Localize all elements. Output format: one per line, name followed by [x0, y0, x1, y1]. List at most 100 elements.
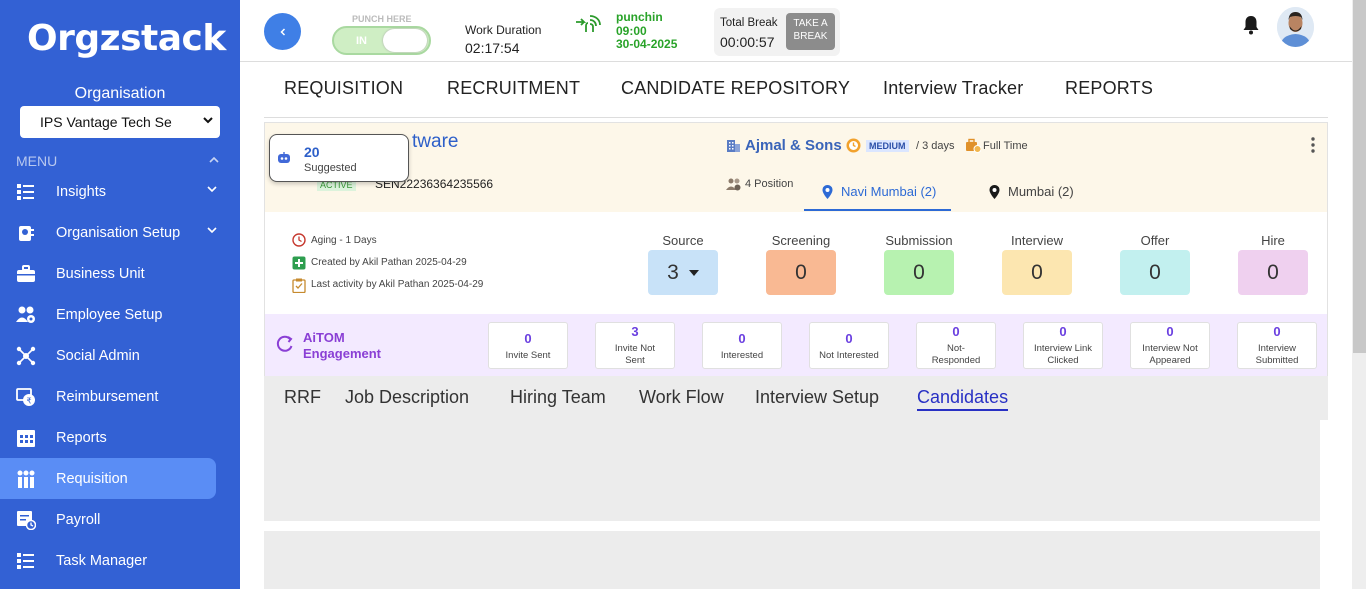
stage-label: Hire	[1261, 233, 1285, 248]
pipeline-stage-submission[interactable]: Submission 0	[884, 233, 954, 295]
stat-value: 0	[738, 331, 746, 346]
engagement-stat-interested[interactable]: 0 Interested	[702, 322, 782, 369]
stage-value-box[interactable]: 0	[766, 250, 836, 295]
stat-label: Interview Submitted	[1255, 343, 1299, 366]
sidebar-item-reimbursement[interactable]: ₹ Reimbursement	[0, 376, 240, 417]
requisition-icon	[17, 470, 35, 488]
location-tab-mumbai[interactable]: Mumbai (2)	[1008, 184, 1074, 199]
clock-priority-icon	[846, 138, 861, 153]
engagement-stat-invite-not-sent[interactable]: 3 Invite Not Sent	[595, 322, 675, 369]
sidebar-item-label: Payroll	[56, 511, 101, 528]
company-name[interactable]: Ajmal & Sons	[745, 137, 842, 154]
stage-value-box[interactable]: 3	[648, 250, 718, 295]
menu-section-header[interactable]: MENU	[16, 153, 224, 169]
tab-candidates[interactable]: Candidates	[917, 387, 1009, 411]
page-scrollbar[interactable]	[1352, 0, 1366, 589]
sidebar-item-label: Social Admin	[56, 347, 140, 364]
organisation-label: Organisation	[74, 85, 166, 102]
tab-work-flow[interactable]: Work Flow	[639, 387, 724, 408]
pipeline-stage-offer[interactable]: Offer 0	[1120, 233, 1190, 295]
stage-label: Screening	[771, 233, 831, 248]
tab-hiring-team[interactable]: Hiring Team	[510, 387, 606, 408]
scrollbar-thumb[interactable]	[1353, 0, 1366, 353]
sidebar-item-task-manager[interactable]: Task Manager	[0, 540, 240, 581]
pipeline-stage-source[interactable]: Source 3	[648, 233, 718, 295]
sidebar-item-payroll[interactable]: Payroll	[0, 499, 240, 540]
sidebar-item-business-unit[interactable]: Business Unit	[0, 253, 240, 294]
stage-value-box[interactable]: 0	[1120, 250, 1190, 295]
stat-label: Interested	[720, 350, 764, 361]
punch-date: 30-04-2025	[616, 37, 678, 51]
take-break-button[interactable]: TAKE A BREAK	[786, 13, 835, 50]
sidebar-item-social-admin[interactable]: Social Admin	[0, 335, 240, 376]
aging-text: Aging - 1 Days	[311, 235, 377, 246]
aitom-engagement-panel: AiTOM Engagement 0 Invite Sent 3 Invite …	[265, 314, 1327, 376]
tab-interview-tracker[interactable]: Interview Tracker	[883, 78, 1023, 99]
stage-value-box[interactable]: 0	[884, 250, 954, 295]
people-icon	[726, 178, 741, 191]
org-setup-icon	[19, 226, 34, 241]
building-icon	[727, 140, 740, 152]
stat-label: Invite Sent	[505, 350, 551, 361]
tab-requisition[interactable]: REQUISITION	[284, 78, 403, 99]
pipeline-stage-screening[interactable]: Screening 0	[766, 233, 836, 295]
engagement-stat-interview-submitted[interactable]: 0 Interview Submitted	[1237, 322, 1317, 369]
engagement-stat-invite-sent[interactable]: 0 Invite Sent	[488, 322, 568, 369]
take-break-label-line1: TAKE A	[793, 18, 828, 29]
bell-icon[interactable]	[1242, 15, 1260, 35]
toggle-knob	[383, 29, 427, 52]
tab-reports[interactable]: REPORTS	[1065, 78, 1153, 99]
location-tab-navi-mumbai[interactable]: Navi Mumbai (2)	[841, 184, 936, 199]
more-options-icon[interactable]	[1311, 137, 1315, 153]
tab-interview-setup[interactable]: Interview Setup	[755, 387, 879, 408]
suggested-count: 20	[304, 144, 320, 160]
sidebar: Orgzstack Organisation IPS Vantage Tech …	[0, 0, 240, 589]
user-avatar[interactable]	[1277, 7, 1314, 47]
tab-candidate-repository[interactable]: CANDIDATE REPOSITORY	[621, 78, 850, 99]
tab-rrf[interactable]: RRF	[284, 387, 321, 408]
engagement-stat-not-interested[interactable]: 0 Not Interested	[809, 322, 889, 369]
engagement-stat-interview-link-clicked[interactable]: 0 Interview Link Clicked	[1023, 322, 1103, 369]
aitom-title-line1: AiTOM	[303, 330, 345, 345]
punch-toggle[interactable]: IN	[332, 26, 431, 55]
engagement-icon	[276, 335, 293, 352]
candidates-panel	[264, 420, 1320, 521]
pipeline-stage-hire[interactable]: Hire 0	[1238, 233, 1308, 295]
requisition-sub-tabs: RRF Job Description Hiring Team Work Flo…	[264, 376, 1328, 420]
job-title[interactable]: tware	[412, 131, 458, 153]
app-logo[interactable]: Orgzstack	[27, 18, 226, 59]
engagement-stat-interview-not-appeared[interactable]: 0 Interview Not Appeared	[1130, 322, 1210, 369]
sidebar-item-label: Reports	[56, 429, 107, 446]
suggested-card[interactable]: 20 Suggested	[269, 134, 409, 182]
sidebar-item-label: Insights	[56, 183, 106, 200]
stage-value-box[interactable]: 0	[1002, 250, 1072, 295]
collapse-sidebar-button[interactable]	[264, 13, 301, 50]
location-tab-indicator	[804, 209, 951, 211]
sidebar-nav: Insights Organisation Setup Business Uni…	[0, 171, 240, 581]
stage-label: Interview	[1010, 233, 1064, 248]
sidebar-item-insights[interactable]: Insights	[0, 171, 240, 212]
sidebar-item-employee-setup[interactable]: Employee Setup	[0, 294, 240, 335]
total-break-label: Total Break	[720, 17, 778, 29]
tab-job-description[interactable]: Job Description	[345, 387, 469, 408]
pipeline-stage-interview[interactable]: Interview 0	[1002, 233, 1072, 295]
organisation-select-value: IPS Vantage Tech Se	[40, 114, 172, 130]
stat-value: 0	[1059, 324, 1067, 339]
clipboard-icon	[292, 278, 306, 293]
top-bar: PUNCH HERE IN Work Duration 02:17:54 pun…	[240, 0, 1352, 62]
organisation-select[interactable]: IPS Vantage Tech Se	[20, 106, 220, 138]
chevron-down-icon	[202, 114, 214, 129]
sidebar-item-requisition[interactable]: Requisition	[0, 458, 216, 499]
sidebar-item-organisation-setup[interactable]: Organisation Setup	[0, 212, 240, 253]
sidebar-item-label: Reimbursement	[56, 388, 159, 405]
sidebar-item-reports[interactable]: Reports	[0, 417, 240, 458]
stat-value: 3	[631, 324, 639, 339]
sidebar-item-label: Task Manager	[56, 552, 148, 569]
stage-value-box[interactable]: 0	[1238, 250, 1308, 295]
stat-value: 0	[952, 324, 960, 339]
task-icon	[17, 553, 34, 569]
main-tabs: REQUISITION RECRUITMENT CANDIDATE REPOSI…	[264, 70, 1328, 118]
stat-label: Interview Not Appeared	[1142, 343, 1198, 366]
engagement-stat-not-responded[interactable]: 0 Not- Responded	[916, 322, 996, 369]
tab-recruitment[interactable]: RECRUITMENT	[447, 78, 580, 99]
